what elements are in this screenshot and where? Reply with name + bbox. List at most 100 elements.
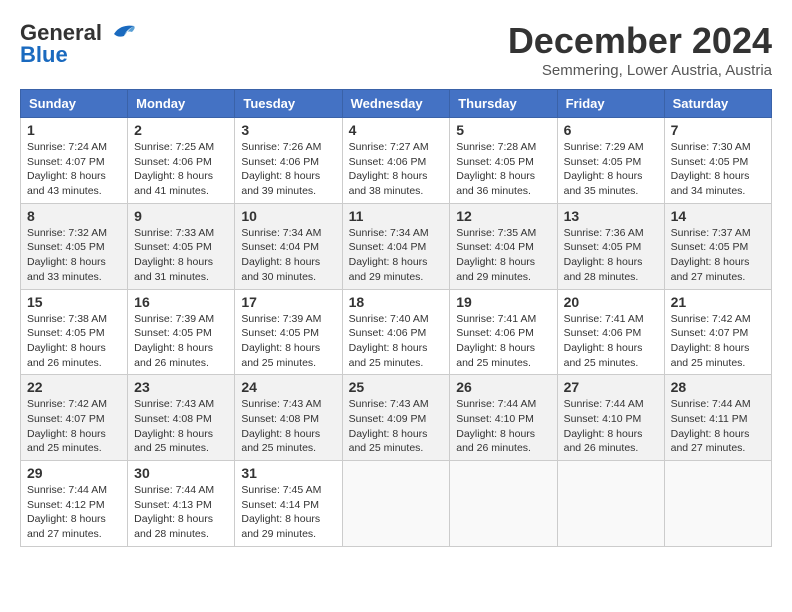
logo-bird-icon xyxy=(106,22,138,44)
calendar-cell: 25 Sunrise: 7:43 AMSunset: 4:09 PMDayligh… xyxy=(342,375,450,461)
calendar-cell: 1 Sunrise: 7:24 AMSunset: 4:07 PMDaylight… xyxy=(21,118,128,204)
day-number: 10 xyxy=(241,208,335,224)
calendar-header-wednesday: Wednesday xyxy=(342,90,450,118)
calendar-header-tuesday: Tuesday xyxy=(235,90,342,118)
day-info: Sunrise: 7:38 AMSunset: 4:05 PMDaylight:… xyxy=(27,312,121,371)
day-number: 9 xyxy=(134,208,228,224)
logo-blue-text: Blue xyxy=(20,42,68,68)
calendar-header-friday: Friday xyxy=(557,90,664,118)
calendar-cell: 11 Sunrise: 7:34 AMSunset: 4:04 PMDayligh… xyxy=(342,203,450,289)
day-number: 16 xyxy=(134,294,228,310)
calendar-cell: 7Sunrise: 7:30 AMSunset: 4:05 PMDaylight… xyxy=(664,118,771,204)
day-number: 26 xyxy=(456,379,550,395)
day-info: Sunrise: 7:44 AMSunset: 4:10 PMDaylight:… xyxy=(564,397,658,456)
day-number: 28 xyxy=(671,379,765,395)
day-info: Sunrise: 7:37 AMSunset: 4:05 PMDaylight:… xyxy=(671,226,765,285)
day-info: Sunrise: 7:26 AMSunset: 4:06 PMDaylight:… xyxy=(241,140,335,199)
day-info: Sunrise: 7:33 AMSunset: 4:05 PMDaylight:… xyxy=(134,226,228,285)
day-number: 20 xyxy=(564,294,658,310)
day-info: Sunrise: 7:39 AMSunset: 4:05 PMDaylight:… xyxy=(134,312,228,371)
calendar-cell: 20 Sunrise: 7:41 AMSunset: 4:06 PMDayligh… xyxy=(557,289,664,375)
day-info: Sunrise: 7:44 AMSunset: 4:13 PMDaylight:… xyxy=(134,483,228,542)
day-number: 27 xyxy=(564,379,658,395)
day-info: Sunrise: 7:40 AMSunset: 4:06 PMDaylight:… xyxy=(349,312,444,371)
day-info: Sunrise: 7:35 AMSunset: 4:04 PMDaylight:… xyxy=(456,226,550,285)
day-number: 24 xyxy=(241,379,335,395)
day-number: 7 xyxy=(671,122,765,138)
day-number: 31 xyxy=(241,465,335,481)
day-info: Sunrise: 7:28 AMSunset: 4:05 PMDaylight:… xyxy=(456,140,550,199)
day-number: 30 xyxy=(134,465,228,481)
day-info: Sunrise: 7:36 AMSunset: 4:05 PMDaylight:… xyxy=(564,226,658,285)
calendar-cell: 8 Sunrise: 7:32 AMSunset: 4:05 PMDaylight… xyxy=(21,203,128,289)
calendar-header-monday: Monday xyxy=(128,90,235,118)
calendar-week-row: 29 Sunrise: 7:44 AMSunset: 4:12 PMDayligh… xyxy=(21,461,772,547)
day-number: 21 xyxy=(671,294,765,310)
day-number: 1 xyxy=(27,122,121,138)
calendar-cell: 22 Sunrise: 7:42 AMSunset: 4:07 PMDayligh… xyxy=(21,375,128,461)
day-info: Sunrise: 7:32 AMSunset: 4:05 PMDaylight:… xyxy=(27,226,121,285)
calendar-cell xyxy=(557,461,664,547)
calendar-cell: 4 Sunrise: 7:27 AMSunset: 4:06 PMDaylight… xyxy=(342,118,450,204)
calendar-header-saturday: Saturday xyxy=(664,90,771,118)
day-info: Sunrise: 7:43 AMSunset: 4:08 PMDaylight:… xyxy=(241,397,335,456)
calendar-cell: 14 Sunrise: 7:37 AMSunset: 4:05 PMDayligh… xyxy=(664,203,771,289)
calendar-cell: 31 Sunrise: 7:45 AMSunset: 4:14 PMDayligh… xyxy=(235,461,342,547)
page-header: General Blue December 2024 Semmering, Lo… xyxy=(20,20,772,79)
day-number: 11 xyxy=(349,208,444,224)
day-info: Sunrise: 7:41 AMSunset: 4:06 PMDaylight:… xyxy=(456,312,550,371)
day-info: Sunrise: 7:44 AMSunset: 4:10 PMDaylight:… xyxy=(456,397,550,456)
day-number: 19 xyxy=(456,294,550,310)
calendar-week-row: 1 Sunrise: 7:24 AMSunset: 4:07 PMDaylight… xyxy=(21,118,772,204)
day-number: 15 xyxy=(27,294,121,310)
calendar-cell: 17 Sunrise: 7:39 AMSunset: 4:05 PMDayligh… xyxy=(235,289,342,375)
day-info: Sunrise: 7:34 AMSunset: 4:04 PMDaylight:… xyxy=(241,226,335,285)
day-number: 13 xyxy=(564,208,658,224)
calendar-cell: 9 Sunrise: 7:33 AMSunset: 4:05 PMDaylight… xyxy=(128,203,235,289)
month-title: December 2024 xyxy=(508,20,772,62)
day-number: 22 xyxy=(27,379,121,395)
location-subtitle: Semmering, Lower Austria, Austria xyxy=(508,62,772,79)
day-info: Sunrise: 7:24 AMSunset: 4:07 PMDaylight:… xyxy=(27,140,121,199)
day-info: Sunrise: 7:44 AMSunset: 4:11 PMDaylight:… xyxy=(671,397,765,456)
calendar-cell: 12 Sunrise: 7:35 AMSunset: 4:04 PMDayligh… xyxy=(450,203,557,289)
day-info: Sunrise: 7:34 AMSunset: 4:04 PMDaylight:… xyxy=(349,226,444,285)
calendar-week-row: 15 Sunrise: 7:38 AMSunset: 4:05 PMDayligh… xyxy=(21,289,772,375)
calendar-cell: 6Sunrise: 7:29 AMSunset: 4:05 PMDaylight… xyxy=(557,118,664,204)
calendar-cell: 26 Sunrise: 7:44 AMSunset: 4:10 PMDayligh… xyxy=(450,375,557,461)
day-number: 6 xyxy=(564,122,658,138)
calendar-cell xyxy=(342,461,450,547)
calendar-cell: 23 Sunrise: 7:43 AMSunset: 4:08 PMDayligh… xyxy=(128,375,235,461)
day-info: Sunrise: 7:39 AMSunset: 4:05 PMDaylight:… xyxy=(241,312,335,371)
day-number: 14 xyxy=(671,208,765,224)
day-number: 18 xyxy=(349,294,444,310)
day-info: Sunrise: 7:42 AMSunset: 4:07 PMDaylight:… xyxy=(27,397,121,456)
day-number: 3 xyxy=(241,122,335,138)
calendar-cell: 24 Sunrise: 7:43 AMSunset: 4:08 PMDayligh… xyxy=(235,375,342,461)
title-section: December 2024 Semmering, Lower Austria, … xyxy=(508,20,772,79)
day-number: 8 xyxy=(27,208,121,224)
day-info: Sunrise: 7:44 AMSunset: 4:12 PMDaylight:… xyxy=(27,483,121,542)
calendar-cell: 3 Sunrise: 7:26 AMSunset: 4:06 PMDaylight… xyxy=(235,118,342,204)
calendar-cell: 21Sunrise: 7:42 AMSunset: 4:07 PMDayligh… xyxy=(664,289,771,375)
day-number: 29 xyxy=(27,465,121,481)
calendar-header-row: SundayMondayTuesdayWednesdayThursdayFrid… xyxy=(21,90,772,118)
calendar-table: SundayMondayTuesdayWednesdayThursdayFrid… xyxy=(20,89,772,547)
day-info: Sunrise: 7:41 AMSunset: 4:06 PMDaylight:… xyxy=(564,312,658,371)
calendar-cell xyxy=(664,461,771,547)
day-info: Sunrise: 7:45 AMSunset: 4:14 PMDaylight:… xyxy=(241,483,335,542)
calendar-cell: 19 Sunrise: 7:41 AMSunset: 4:06 PMDayligh… xyxy=(450,289,557,375)
calendar-cell: 13 Sunrise: 7:36 AMSunset: 4:05 PMDayligh… xyxy=(557,203,664,289)
calendar-header-sunday: Sunday xyxy=(21,90,128,118)
calendar-cell: 10 Sunrise: 7:34 AMSunset: 4:04 PMDayligh… xyxy=(235,203,342,289)
day-number: 23 xyxy=(134,379,228,395)
day-info: Sunrise: 7:43 AMSunset: 4:09 PMDaylight:… xyxy=(349,397,444,456)
calendar-cell: 30 Sunrise: 7:44 AMSunset: 4:13 PMDayligh… xyxy=(128,461,235,547)
day-info: Sunrise: 7:27 AMSunset: 4:06 PMDaylight:… xyxy=(349,140,444,199)
calendar-cell: 2Sunrise: 7:25 AMSunset: 4:06 PMDaylight… xyxy=(128,118,235,204)
day-number: 17 xyxy=(241,294,335,310)
day-number: 4 xyxy=(349,122,444,138)
day-number: 12 xyxy=(456,208,550,224)
day-info: Sunrise: 7:43 AMSunset: 4:08 PMDaylight:… xyxy=(134,397,228,456)
day-number: 25 xyxy=(349,379,444,395)
